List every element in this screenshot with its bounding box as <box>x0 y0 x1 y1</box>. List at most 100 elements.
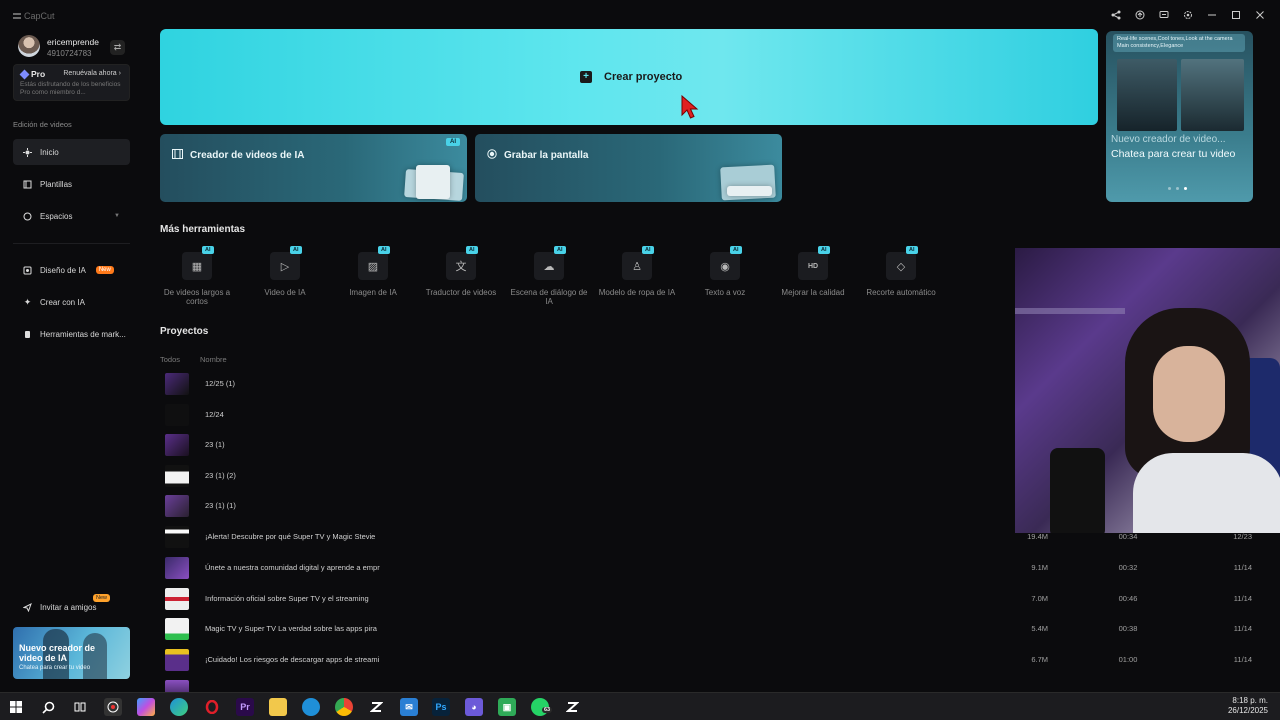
whatsapp-icon[interactable]: 63 <box>531 698 553 716</box>
maximize-icon[interactable] <box>1230 9 1242 21</box>
tool-modelo-ropa[interactable]: ♙ AI Modelo de ropa de IA <box>597 246 677 310</box>
ai-video-creator-card[interactable]: Creador de videos de IA AI <box>160 134 467 202</box>
project-thumbnail <box>165 649 189 671</box>
sidebar-item-crear-ia[interactable]: ✦ Crear con IA <box>13 289 130 315</box>
tool-label: Video de IA <box>264 288 306 297</box>
ai-badge: AI <box>446 138 460 146</box>
table-row[interactable] <box>160 676 1260 692</box>
table-row[interactable]: Información oficial sobre Super TV y el … <box>160 584 1260 614</box>
tool-video-ia[interactable]: ▷ AI Video de IA <box>245 246 325 310</box>
pro-card[interactable]: Pro Renuévala ahora › Estás disfrutando … <box>13 64 130 101</box>
sidebar-item-diseno-ia[interactable]: Diseño de IA New <box>13 257 130 283</box>
promo-subtitle: Chatea para crear tu video <box>1111 148 1236 160</box>
column-header-name[interactable]: Nombre <box>200 355 227 364</box>
project-name: 12/25 (1) <box>205 379 236 388</box>
tool-texto-voz[interactable]: ◉ AI Texto a voz <box>685 246 765 310</box>
close-icon[interactable] <box>1254 9 1266 21</box>
sidebar-item-label: Herramientas de mark... <box>40 329 126 339</box>
ai-video-chat-promo[interactable]: Real-life scenes,Cool tones,Look at the … <box>1106 31 1253 202</box>
share-icon[interactable] <box>1110 9 1122 21</box>
project-size: 6.7M <box>1031 655 1048 664</box>
capcut-taskbar-icon-2[interactable] <box>563 698 581 716</box>
capcut-taskbar-icon[interactable] <box>367 698 385 716</box>
copilot-icon[interactable] <box>137 698 155 716</box>
user-name: ericemprende <box>47 37 99 47</box>
premiere-icon[interactable]: Pr <box>236 698 254 716</box>
project-size: 5.4M <box>1031 624 1048 633</box>
video-ai-icon: ▷ <box>270 252 300 280</box>
invite-label: Invitar a amigos <box>40 602 97 612</box>
ai-badge: AI <box>466 246 478 254</box>
table-row[interactable]: Únete a nuestra comunidad digital y apre… <box>160 553 1260 583</box>
tool-escena-dialogo[interactable]: ☁ AI Escena de diálogo de IA <box>509 246 589 310</box>
tool-imagen-ia[interactable]: ▨ AI Imagen de IA <box>333 246 413 310</box>
green-app-icon[interactable]: ▣ <box>498 698 516 716</box>
tool-mejorar-calidad[interactable]: HD AI Mejorar la calidad <box>773 246 853 310</box>
sidebar-item-inicio[interactable]: Inicio <box>13 139 130 165</box>
system-clock[interactable]: 8:18 p. m. 26/12/2025 <box>1228 696 1268 716</box>
avatar[interactable] <box>18 35 40 57</box>
image-ai-icon: ▨ <box>358 252 388 280</box>
search-icon[interactable] <box>39 698 57 716</box>
edge-profile-icon[interactable] <box>302 698 320 716</box>
hd-icon: HD <box>798 252 828 280</box>
carousel-dot[interactable] <box>1168 187 1171 190</box>
carousel-dot[interactable] <box>1184 187 1187 190</box>
upload-icon[interactable] <box>1134 9 1146 21</box>
renew-link[interactable]: Renuévala ahora › <box>63 70 121 77</box>
carousel-dots[interactable] <box>1168 187 1187 190</box>
projects-title: Proyectos <box>160 326 209 337</box>
ai-video-promo-banner[interactable]: Nuevo creador de video de IA Chatea para… <box>13 627 130 679</box>
minimize-icon[interactable] <box>1206 9 1218 21</box>
chrome-icon[interactable] <box>335 698 353 716</box>
translate-icon: 文 <box>446 252 476 280</box>
mail-icon[interactable]: ✉ <box>400 698 418 716</box>
project-thumbnail <box>165 588 189 610</box>
title-bar: CapCut <box>0 0 1280 30</box>
project-name: 23 (1) <box>205 440 225 449</box>
user-id: 4910724783 <box>47 49 92 58</box>
feedback-icon[interactable] <box>1158 9 1170 21</box>
table-row[interactable]: Magic TV y Super TV La verdad sobre las … <box>160 614 1260 644</box>
tool-long-to-short[interactable]: ▦ AI De videos largos a cortos <box>157 246 237 310</box>
record-icon <box>487 149 497 162</box>
tool-recorte-automatico[interactable]: ◇ AI Recorte automático <box>861 246 941 310</box>
sidebar-item-marketing[interactable]: Herramientas de mark... <box>13 321 130 347</box>
tool-traductor[interactable]: 文 AI Traductor de videos <box>421 246 501 310</box>
user-profile[interactable]: ericemprende 4910724783 ⇄ <box>18 33 130 60</box>
filter-all[interactable]: Todos <box>160 355 180 364</box>
table-row[interactable]: ¡Cuidado! Los riesgos de descargar apps … <box>160 645 1260 675</box>
discord-icon[interactable]: ◕ <box>465 698 483 716</box>
sidebar: ericemprende 4910724783 ⇄ Pro Renuévala … <box>0 30 142 692</box>
sidebar-item-plantillas[interactable]: Plantillas <box>13 171 130 197</box>
carousel-dot[interactable] <box>1176 187 1179 190</box>
windows-start-icon[interactable] <box>7 698 25 716</box>
project-duration: 00:38 <box>1118 624 1138 633</box>
project-thumbnail <box>165 434 189 456</box>
sidebar-item-espacios[interactable]: Espacios ▼ <box>13 203 130 229</box>
ai-badge: AI <box>290 246 302 254</box>
new-badge: New <box>95 266 114 274</box>
project-thumbnail <box>165 526 189 548</box>
project-size: 19.4M <box>1027 532 1048 541</box>
invite-friends-button[interactable]: Invitar a amigos New <box>13 594 130 618</box>
sparkle-icon: ✦ <box>23 296 32 307</box>
ai-badge: AI <box>730 246 742 254</box>
screen-record-card[interactable]: Grabar la pantalla <box>475 134 782 202</box>
clock-time: 8:18 p. m. <box>1232 696 1268 705</box>
card-title: Grabar la pantalla <box>487 149 588 162</box>
project-thumbnail <box>165 373 189 395</box>
file-explorer-icon[interactable] <box>269 698 287 716</box>
opera-icon[interactable] <box>203 698 221 716</box>
edge-icon[interactable] <box>170 698 188 716</box>
obs-icon[interactable] <box>104 698 122 716</box>
app-title: CapCut <box>24 11 55 21</box>
ai-badge: AI <box>378 246 390 254</box>
chevron-down-icon[interactable]: ▼ <box>114 213 120 219</box>
switch-account-icon[interactable]: ⇄ <box>110 40 125 55</box>
film-icon: ▦ <box>182 252 212 280</box>
task-view-icon[interactable] <box>71 698 89 716</box>
photoshop-icon[interactable]: Ps <box>432 698 450 716</box>
settings-icon[interactable] <box>1182 9 1194 21</box>
create-project-button[interactable]: + Crear proyecto <box>160 29 1098 125</box>
